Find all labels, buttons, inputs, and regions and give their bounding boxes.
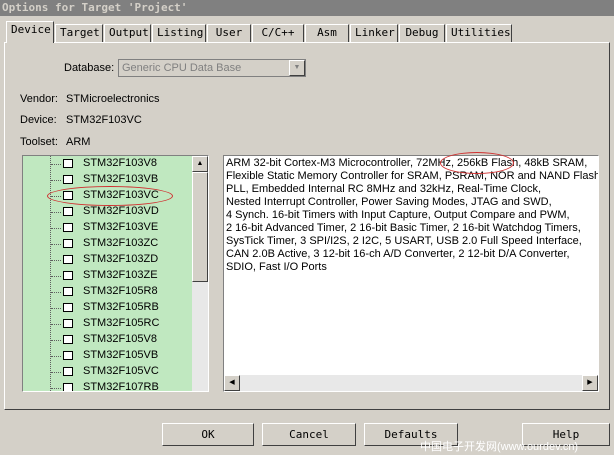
database-select[interactable]: Generic CPU Data Base ▼ — [118, 59, 306, 77]
chip-icon — [63, 207, 73, 216]
list-item[interactable]: STM32F105RC — [23, 316, 193, 332]
description-line: SysTick Timer, 3 SPI/I2S, 2 I2C, 5 USART… — [226, 235, 582, 247]
chevron-down-icon[interactable]: ▼ — [289, 60, 305, 76]
vendor-label: Vendor: — [20, 93, 58, 105]
chip-icon — [63, 191, 73, 200]
description-line: PLL, Embedded Internal RC 8MHz and 32kHz… — [226, 183, 542, 195]
device-label: Device: — [20, 114, 57, 126]
tab-asm[interactable]: Asm — [305, 24, 349, 42]
list-item[interactable]: STM32F107RB — [23, 380, 193, 391]
description-line: ARM 32-bit Cortex-M3 Microcontroller, 72… — [226, 157, 588, 169]
device-description: ARM 32-bit Cortex-M3 Microcontroller, 72… — [223, 155, 599, 392]
watermark: 中国电子开发网(www.ourdev.cn) — [420, 441, 579, 453]
database-value: Generic CPU Data Base — [122, 62, 242, 74]
list-item[interactable]: STM32F103V8 — [23, 156, 193, 172]
chip-icon — [63, 175, 73, 184]
window-title: Options for Target 'Project' — [0, 0, 614, 16]
device-list-scrollbar[interactable]: ▲ — [192, 156, 208, 391]
chip-icon — [63, 383, 73, 391]
list-item[interactable]: STM32F103ZD — [23, 252, 193, 268]
device-tree[interactable]: STM32F103V8 STM32F103VB STM32F103VC STM3… — [22, 155, 209, 392]
chip-icon — [63, 335, 73, 344]
toolset-label: Toolset: — [20, 136, 58, 148]
chip-icon — [63, 159, 73, 168]
tab-target[interactable]: Target — [55, 24, 103, 42]
tab-listing[interactable]: Listing — [152, 24, 206, 42]
toolset-value: ARM — [66, 136, 91, 148]
tab-output[interactable]: Output — [104, 24, 151, 42]
list-item[interactable]: STM32F105R8 — [23, 284, 193, 300]
scroll-up-icon[interactable]: ▲ — [192, 156, 208, 172]
list-item[interactable]: STM32F105RB — [23, 300, 193, 316]
scroll-right-icon[interactable]: ▶ — [582, 375, 598, 391]
description-line: Nested Interrupt Controller, Power Savin… — [226, 196, 552, 208]
chip-icon — [63, 351, 73, 360]
description-line: CAN 2.0B Active, 3 12-bit 16-ch A/D Conv… — [226, 248, 570, 260]
tab-cpp[interactable]: C/C++ — [252, 24, 304, 42]
list-item[interactable]: STM32F105VC — [23, 364, 193, 380]
scroll-left-icon[interactable]: ◀ — [224, 375, 240, 391]
chip-icon — [63, 239, 73, 248]
device-value: STM32F103VC — [66, 114, 142, 126]
chip-icon — [63, 367, 73, 376]
tab-utilities[interactable]: Utilities — [446, 24, 512, 42]
scroll-thumb[interactable] — [192, 172, 208, 282]
list-item[interactable]: STM32F103VD — [23, 204, 193, 220]
description-line: SDIO, Fast I/O Ports — [226, 261, 327, 273]
chip-icon — [63, 255, 73, 264]
cancel-button[interactable]: Cancel — [262, 423, 356, 446]
chip-icon — [63, 287, 73, 296]
ok-button[interactable]: OK — [162, 423, 254, 446]
chip-icon — [63, 223, 73, 232]
list-item[interactable]: STM32F105VB — [23, 348, 193, 364]
list-item[interactable]: STM32F103ZC — [23, 236, 193, 252]
chip-icon — [63, 319, 73, 328]
list-item[interactable]: STM32F105V8 — [23, 332, 193, 348]
list-item[interactable]: STM32F103ZE — [23, 268, 193, 284]
list-item[interactable]: STM32F103VE — [23, 220, 193, 236]
description-line: Flexible Static Memory Controller for SR… — [226, 170, 599, 182]
list-item-selected[interactable]: STM32F103VC — [23, 188, 193, 204]
database-label: Database: — [64, 62, 115, 74]
vendor-value: STMicroelectronics — [66, 93, 160, 105]
tab-device[interactable]: Device — [6, 21, 54, 43]
list-item[interactable]: STM32F103VB — [23, 172, 193, 188]
tab-debug[interactable]: Debug — [399, 24, 445, 42]
chip-icon — [63, 303, 73, 312]
description-line: 2 16-bit Advanced Timer, 2 16-bit Basic … — [226, 222, 581, 234]
description-hscrollbar[interactable]: ◀ ▶ — [224, 375, 598, 391]
description-line: 4 Synch. 16-bit Timers with Input Captur… — [226, 209, 570, 221]
tab-linker[interactable]: Linker — [350, 24, 398, 42]
chip-icon — [63, 271, 73, 280]
tab-user[interactable]: User — [207, 24, 251, 42]
